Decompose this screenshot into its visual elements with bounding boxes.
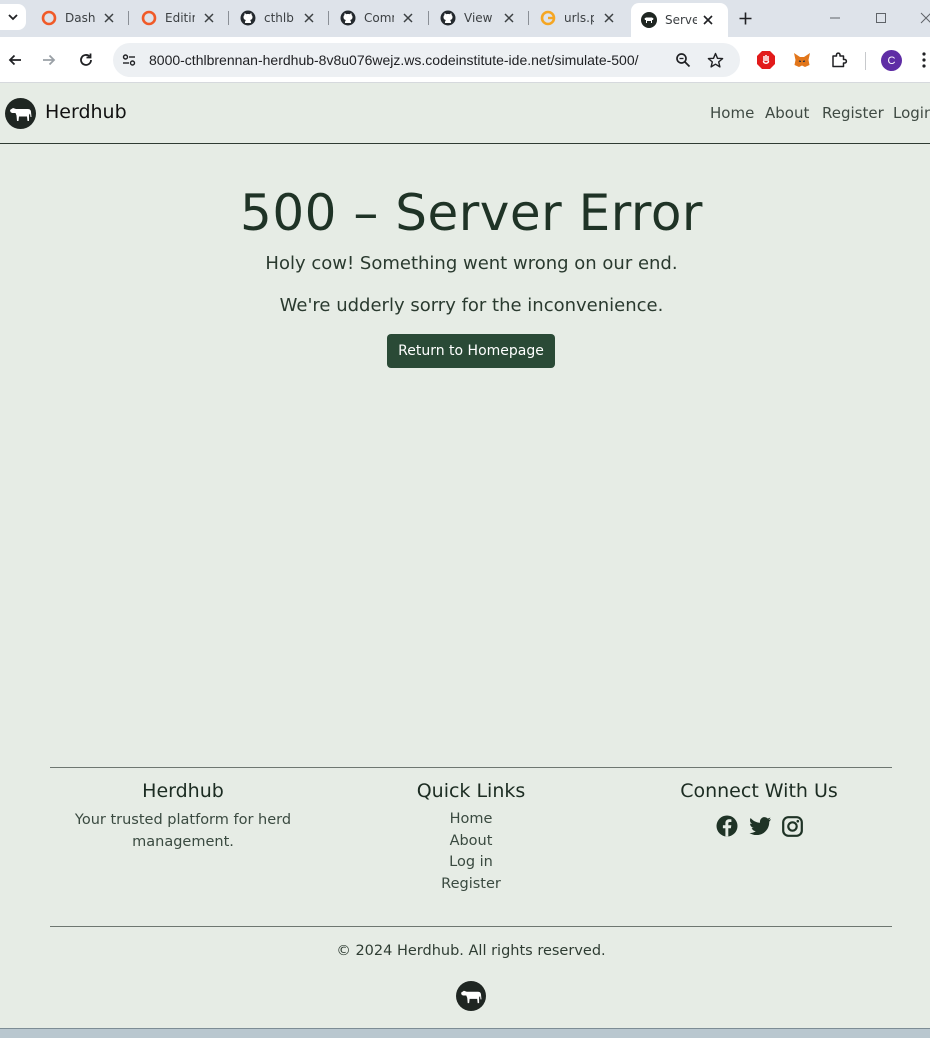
footer-about-title: Herdhub: [142, 780, 224, 802]
footer-logo: [456, 981, 486, 1011]
bookmark-star-icon[interactable]: [706, 51, 724, 69]
footer-connect-title: Connect With Us: [680, 780, 838, 802]
github-icon: [440, 10, 456, 26]
openai-icon: [41, 10, 57, 26]
tab-search-button[interactable]: [0, 4, 26, 30]
adblock-extension-icon[interactable]: [755, 49, 777, 71]
forward-button[interactable]: [37, 48, 61, 72]
browser-tab[interactable]: View: [440, 5, 517, 31]
copyright-text: © 2024 Herdhub. All rights reserved.: [336, 943, 606, 959]
tab-label: cthlbr: [264, 11, 294, 25]
maximize-icon: [876, 13, 886, 23]
cow-icon: [641, 12, 657, 28]
footer-quick-links: Quick Links Home About Log in Register: [360, 780, 582, 895]
footer-about-line: Your trusted platform for herd: [74, 812, 292, 828]
nav-link-login[interactable]: Login: [893, 104, 930, 122]
apology-message: We're udderly sorry for the inconvenienc…: [279, 295, 664, 316]
openai-icon: [141, 10, 157, 26]
footer-link-about[interactable]: About: [360, 831, 582, 853]
new-tab-button[interactable]: [735, 8, 755, 28]
close-tab-icon[interactable]: [301, 10, 317, 26]
minimize-button[interactable]: [825, 8, 845, 28]
brand-name[interactable]: Herdhub: [45, 101, 127, 123]
reload-icon: [80, 53, 92, 66]
tab-label: Editin: [165, 11, 195, 25]
twitter-icon[interactable]: [748, 814, 772, 838]
footer-about-line: management.: [132, 834, 234, 850]
nav-link-register[interactable]: Register: [822, 104, 884, 122]
footer-divider-top: [50, 767, 892, 768]
browser-menu-icon[interactable]: [917, 49, 930, 71]
close-tab-icon[interactable]: [700, 12, 716, 28]
cow-icon: [460, 990, 481, 1003]
footer-about: Herdhub Your trusted platform for herd m…: [50, 780, 316, 853]
metamask-extension-icon[interactable]: [791, 49, 813, 71]
browser-tab-strip: Dashb Editin cthlbr Comn View urls.p Ser…: [0, 0, 930, 37]
footer-links-title: Quick Links: [416, 780, 526, 802]
github-icon: [240, 10, 256, 26]
footer-connect: Connect With Us: [640, 780, 878, 802]
site-info-icon[interactable]: [121, 52, 137, 68]
footer-link-login[interactable]: Log in: [360, 852, 582, 874]
brand-logo[interactable]: [5, 98, 36, 129]
tab-label: Dashb: [65, 11, 95, 25]
plus-icon: [739, 12, 751, 24]
browser-tab[interactable]: Dashb: [41, 5, 117, 31]
close-tab-icon[interactable]: [201, 10, 217, 26]
arrow-right-icon: [43, 54, 56, 66]
back-button[interactable]: [3, 48, 27, 72]
url-text[interactable]: 8000-cthlbrennan-herdhub-8v8u076wejz.ws.…: [149, 52, 639, 68]
close-tab-icon[interactable]: [501, 10, 517, 26]
browser-tab[interactable]: Comn: [340, 5, 416, 31]
site-navbar: Herdhub Home About Register Login: [0, 84, 930, 144]
return-home-button[interactable]: Return to Homepage: [387, 334, 555, 368]
close-window-button[interactable]: [916, 8, 930, 28]
cow-icon: [9, 107, 31, 121]
minimize-icon: [830, 17, 840, 19]
footer-divider-bottom: [50, 926, 892, 927]
nav-link-home[interactable]: Home: [710, 104, 754, 122]
maximize-button[interactable]: [871, 8, 891, 28]
close-tab-icon[interactable]: [400, 10, 416, 26]
window-bottom-edge: [0, 1028, 930, 1038]
browser-tab-active[interactable]: Serve: [631, 3, 728, 37]
github-icon: [340, 10, 356, 26]
footer-link-home[interactable]: Home: [360, 809, 582, 831]
reload-button[interactable]: [74, 48, 98, 72]
chevron-down-icon: [8, 14, 18, 21]
zoom-icon[interactable]: [674, 51, 692, 69]
tab-label: Comn: [364, 11, 394, 25]
browser-tab[interactable]: Editin: [141, 5, 217, 31]
facebook-icon[interactable]: [715, 814, 739, 838]
tab-label: View: [464, 11, 493, 25]
profile-avatar[interactable]: C: [881, 50, 902, 71]
close-icon: [920, 12, 930, 24]
tab-label: urls.p: [564, 11, 594, 25]
error-message: Holy cow! Something went wrong on our en…: [265, 253, 678, 274]
browser-tab[interactable]: cthlbr: [240, 5, 317, 31]
instagram-icon[interactable]: [780, 814, 804, 838]
extensions-puzzle-icon[interactable]: [828, 49, 850, 71]
close-tab-icon[interactable]: [601, 10, 617, 26]
browser-toolbar: 8000-cthlbrennan-herdhub-8v8u076wejz.ws.…: [0, 37, 930, 83]
browser-tab[interactable]: urls.p: [540, 5, 617, 31]
tab-label: Serve: [665, 13, 697, 27]
nav-link-about[interactable]: About: [765, 104, 809, 122]
footer-link-register[interactable]: Register: [360, 874, 582, 896]
address-bar[interactable]: 8000-cthlbrennan-herdhub-8v8u076wejz.ws.…: [113, 43, 740, 77]
google-icon: [540, 10, 556, 26]
arrow-left-icon: [8, 54, 21, 66]
close-tab-icon[interactable]: [101, 10, 117, 26]
page-title: 500 – Server Error: [240, 184, 703, 242]
